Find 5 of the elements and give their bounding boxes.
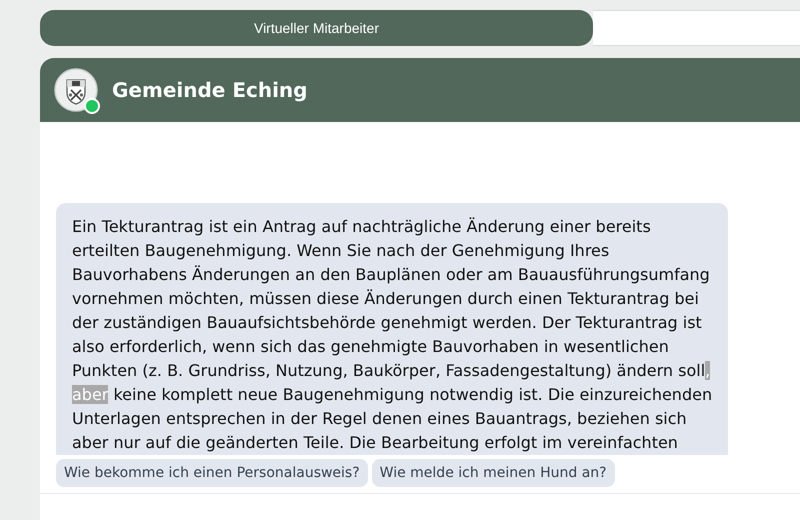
crest-icon	[54, 68, 98, 112]
title-bar: Virtueller Mitarbeiter	[40, 10, 593, 46]
suggestion-chip[interactable]: Wie melde ich meinen Hund an?	[372, 459, 615, 487]
suggestion-chip[interactable]: Wie bekomme ich einen Personalausweis?	[56, 459, 368, 487]
chat-title: Gemeinde Eching	[112, 78, 308, 102]
